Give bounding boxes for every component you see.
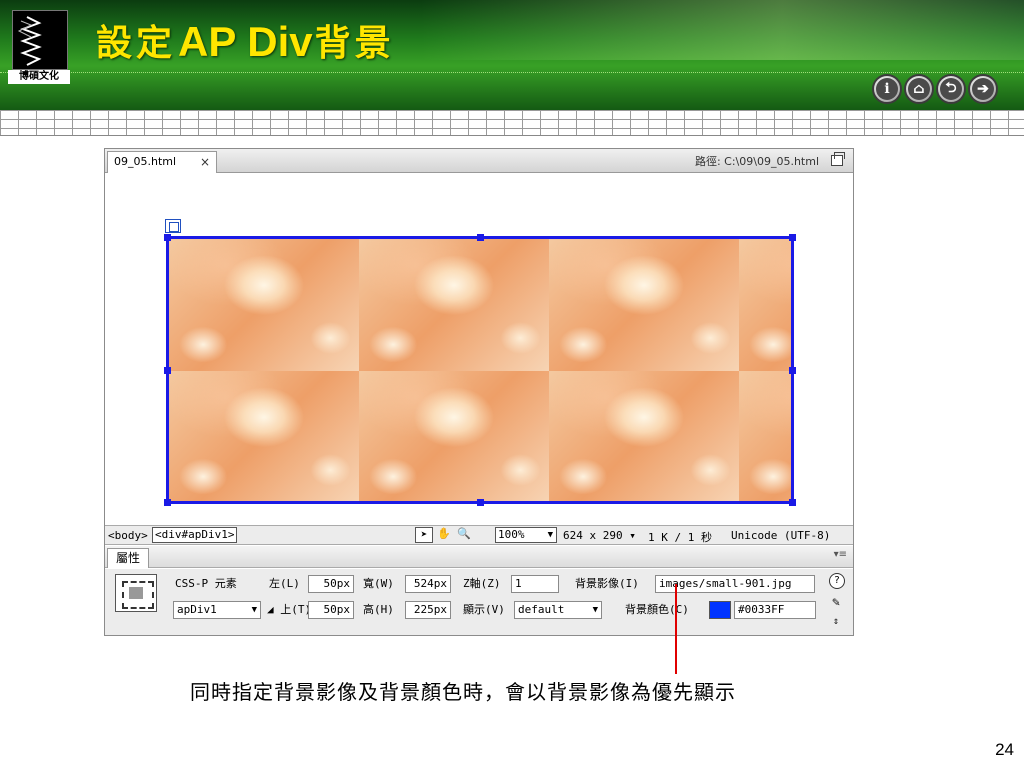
chevron-down-icon: ▼	[251, 605, 257, 615]
back-arrow-icon: ⮌	[940, 78, 962, 100]
resize-handle-se[interactable]	[789, 499, 796, 506]
resize-handle-ne[interactable]	[789, 234, 796, 241]
ap-element-icon	[115, 574, 157, 612]
slide-caption: 同時指定背景影像及背景顏色時，會以背景影像為優先顯示	[190, 680, 736, 704]
document-path: 路徑: C:\09\09_05.html	[694, 155, 819, 168]
bg-color-label: 背景顏色(C)	[625, 603, 689, 616]
forward-arrow-icon: ➔	[972, 78, 994, 100]
decorative-grid-band	[0, 110, 1024, 136]
encoding-label: Unicode (UTF-8)	[731, 529, 831, 542]
slide-title: 設定 AP Div 背景	[96, 14, 395, 66]
magnifier-icon[interactable]: 🔍	[455, 527, 473, 543]
info-icon: i	[876, 78, 898, 100]
width-label: 寬(W)	[363, 577, 394, 590]
restore-window-icon[interactable]	[831, 152, 845, 166]
publisher-logo: 博碩文化	[8, 8, 70, 84]
left-label: 左(L)	[269, 577, 300, 590]
zoom-value: 100%	[498, 528, 525, 541]
bg-image-label: 背景影像(I)	[575, 577, 639, 590]
status-bar: <body> <div#apDiv1> ➤ ✋ 🔍 100% ▼ 624 x 2…	[105, 525, 853, 545]
title-suffix: 背景	[314, 22, 395, 64]
chevron-down-icon: ▼	[547, 530, 553, 540]
zoom-select[interactable]: 100% ▼	[495, 527, 557, 543]
element-id-value: apDiv1	[177, 603, 217, 616]
page-number: 24	[995, 740, 1014, 759]
element-id-select[interactable]: apDiv1 ▼	[173, 601, 261, 619]
logo-mark	[12, 10, 68, 70]
tag-selector-div[interactable]: <div#apDiv1>	[152, 527, 238, 543]
status-tools: ➤ ✋ 🔍	[415, 527, 473, 543]
logo-caption: 博碩文化	[8, 70, 70, 84]
title-latin: AP Div	[178, 18, 313, 65]
resize-handle-n[interactable]	[477, 234, 484, 241]
hand-icon[interactable]: ✋	[435, 527, 453, 543]
slide: 博碩文化 設定 AP Div 背景 i ⌂ ⮌ ➔ 09_05.html × 路…	[0, 0, 1024, 768]
visibility-select[interactable]: default ▼	[514, 601, 602, 619]
expand-panel-icon[interactable]: ⇕	[829, 615, 843, 629]
top-input[interactable]: 50px	[308, 601, 354, 619]
bg-color-swatch[interactable]	[709, 601, 731, 619]
dreamweaver-window: 09_05.html × 路徑: C:\09\09_05.html <body>…	[104, 148, 854, 636]
zindex-input[interactable]: 1	[511, 575, 559, 593]
window-size-value: 624 x 290	[563, 529, 623, 542]
download-size: 1 K / 1 秒	[648, 531, 712, 544]
visibility-value: default	[518, 603, 565, 616]
document-tab[interactable]: 09_05.html ×	[107, 151, 217, 173]
info-button[interactable]: i	[872, 74, 902, 104]
top-label: ◢ 上(T)	[267, 601, 311, 619]
tag-selector-body[interactable]: <body>	[108, 529, 148, 542]
document-tab-label: 09_05.html	[114, 155, 177, 168]
banner-divider	[0, 72, 1024, 73]
height-label: 高(H)	[363, 603, 394, 616]
width-input[interactable]: 524px	[405, 575, 451, 593]
home-button[interactable]: ⌂	[904, 74, 934, 104]
forward-button[interactable]: ➔	[968, 74, 998, 104]
window-size[interactable]: 624 x 290 ▾	[563, 529, 636, 542]
slide-nav-buttons: i ⌂ ⮌ ➔	[872, 74, 998, 106]
callout-pointer-line	[675, 584, 677, 674]
resize-handle-e[interactable]	[789, 367, 796, 374]
banner-glow	[420, 0, 1024, 60]
back-button[interactable]: ⮌	[936, 74, 966, 104]
visibility-label: 顯示(V)	[463, 603, 505, 616]
properties-tab[interactable]: 屬性	[107, 548, 149, 568]
element-type-label: CSS-P 元素	[175, 577, 237, 590]
help-icon[interactable]: ?	[829, 573, 845, 589]
panel-menu-icon[interactable]: ▾≡	[834, 549, 847, 560]
properties-panel: CSS-P 元素 apDiv1 ▼ 左(L) 50px ◢ 上(T) 50px …	[105, 569, 853, 635]
resize-handle-s[interactable]	[477, 499, 484, 506]
home-icon: ⌂	[908, 78, 930, 100]
zindex-label: Z軸(Z)	[463, 577, 501, 590]
close-icon[interactable]: ×	[200, 152, 210, 172]
title-banner: 博碩文化 設定 AP Div 背景 i ⌂ ⮌ ➔	[0, 0, 1024, 110]
resize-handle-nw[interactable]	[164, 234, 171, 241]
document-tab-bar: 09_05.html × 路徑: C:\09\09_05.html	[105, 149, 853, 173]
title-prefix: 設定	[96, 22, 177, 64]
edit-icon[interactable]: ✎	[827, 595, 845, 611]
height-input[interactable]: 225px	[405, 601, 451, 619]
properties-header: 屬性 ▾≡	[105, 546, 853, 568]
ap-div-box[interactable]	[164, 234, 796, 506]
top-label-text: 上(T)	[280, 603, 312, 616]
design-canvas[interactable]	[105, 174, 853, 524]
resize-handle-w[interactable]	[164, 367, 171, 374]
bg-image-input[interactable]: images/small-901.jpg	[655, 575, 815, 593]
chevron-down-icon: ▼	[592, 605, 598, 615]
resize-handle-sw[interactable]	[164, 499, 171, 506]
apdiv-select-handle[interactable]	[165, 219, 181, 233]
pointer-arrow-icon[interactable]: ➤	[415, 527, 433, 543]
logo-zigzag-icon	[17, 16, 42, 66]
bg-color-input[interactable]: #0033FF	[734, 601, 816, 619]
left-input[interactable]: 50px	[308, 575, 354, 593]
top-marker-icon: ◢	[267, 603, 281, 616]
